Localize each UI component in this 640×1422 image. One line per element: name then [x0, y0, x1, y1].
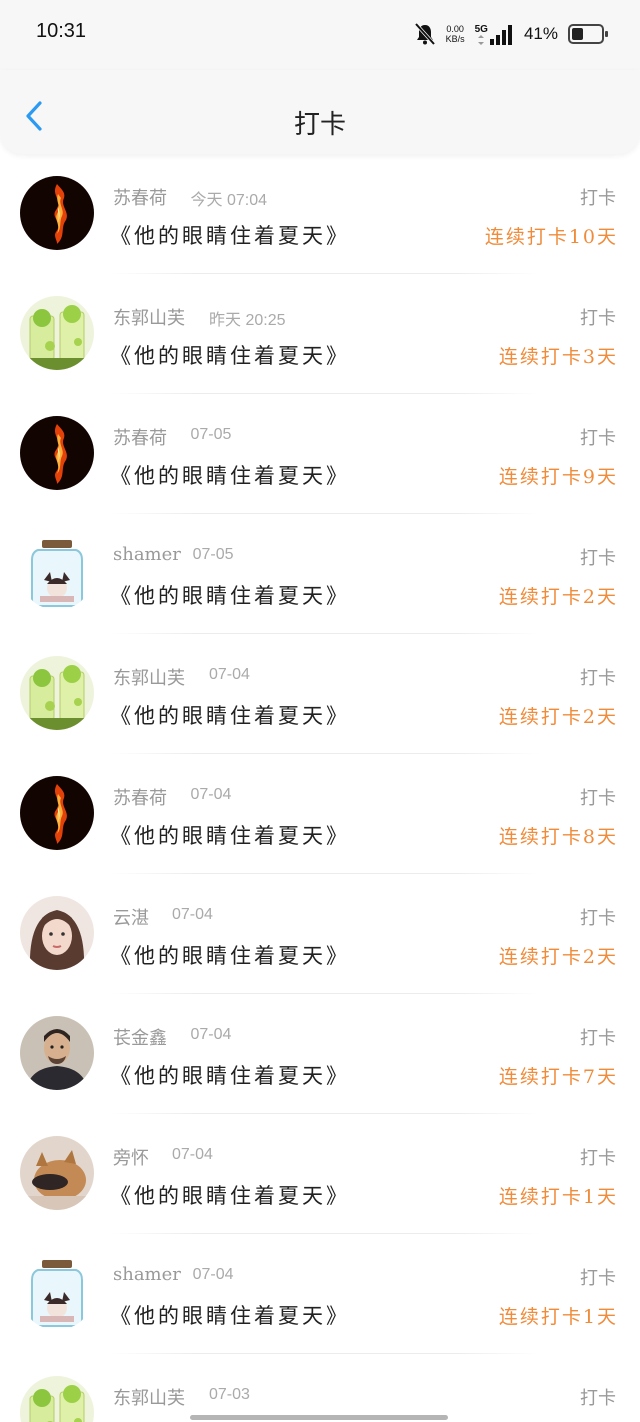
lime-drink-avatar[interactable] — [20, 1376, 94, 1422]
checkin-row[interactable]: shamer 07-05 《他的眼睛住着夏天》 打卡连续打卡2天 — [0, 514, 640, 634]
checkin-time: 昨天 20:25 — [209, 312, 286, 329]
user-name[interactable]: 东郭山芙 — [113, 304, 185, 330]
checkin-label: 打卡 — [580, 1148, 616, 1169]
checkin-row[interactable]: 苏春荷 07-04 《他的眼睛住着夏天》 打卡连续打卡8天 — [0, 754, 640, 874]
net-speed-unit: KB/s — [445, 34, 465, 44]
checkin-label: 打卡 — [580, 188, 616, 209]
user-name[interactable]: shamer — [113, 1264, 181, 1285]
checkin-label: 打卡 — [580, 1268, 616, 1289]
checkin-time: 07-05 — [190, 426, 232, 443]
home-indicator[interactable] — [190, 1415, 448, 1420]
jar-avatar[interactable] — [20, 536, 94, 610]
fire-avatar[interactable] — [20, 176, 94, 250]
user-name[interactable]: 苏春荷 — [113, 424, 167, 450]
checkin-time: 07-05 — [192, 546, 234, 563]
lime-drink-avatar[interactable] — [20, 656, 94, 730]
checkin-list: 苏春荷 今天 07:04 《他的眼睛住着夏天》 打卡 连续打卡10天 东郭山芙 昨天 20:… — [0, 154, 640, 1422]
status-time: 10:31 — [36, 20, 87, 42]
user-name[interactable]: shamer — [113, 544, 181, 565]
status-bar: 10:31 0.00 KB/s 5G 41% — [0, 0, 640, 70]
signal-group: 5G — [475, 24, 514, 45]
checkin-row[interactable]: 东郭山芙 07-04 《他的眼睛住着夏天》 打卡连续打卡2天 — [0, 634, 640, 754]
book-title[interactable]: 《他的眼睛住着夏天》 — [110, 580, 350, 610]
book-title[interactable]: 《他的眼睛住着夏天》 — [110, 1180, 350, 1210]
streak-label: 连续打卡1天 — [498, 1186, 618, 1208]
checkin-time: 07-04 — [190, 786, 232, 803]
man-avatar[interactable] — [20, 1016, 94, 1090]
checkin-time: 07-04 — [190, 1026, 232, 1043]
page-title: 打卡 — [293, 110, 346, 140]
checkin-time: 07-04 — [192, 1266, 234, 1283]
user-name[interactable]: 苌金鑫 — [113, 1024, 167, 1050]
checkin-row[interactable]: 苏春荷 今天 07:04 《他的眼睛住着夏天》 打卡连续打卡10天 — [0, 154, 640, 274]
streak-label: 连续打卡1天 — [498, 1306, 618, 1328]
book-title[interactable]: 《他的眼睛住着夏天》 — [110, 340, 350, 370]
checkin-label: 打卡 — [580, 908, 616, 929]
checkin-row[interactable]: 苌金鑫 07-04 《他的眼睛住着夏天》 打卡连续打卡7天 — [0, 994, 640, 1114]
streak-label: 连续打卡9天 — [498, 466, 618, 488]
net-speed: 0.00 KB/s — [446, 24, 465, 44]
fire-avatar[interactable] — [20, 776, 94, 850]
nav-bar: 打卡 — [0, 70, 640, 154]
user-name[interactable]: 东郭山芙 — [113, 664, 185, 690]
jar-avatar[interactable] — [20, 1256, 94, 1330]
streak-label: 连续打卡8天 — [498, 826, 618, 848]
user-name[interactable]: 东郭山芙 — [113, 1384, 185, 1410]
fire-avatar[interactable] — [20, 416, 94, 490]
cat-avatar[interactable] — [20, 1136, 94, 1210]
book-title[interactable]: 《他的眼睛住着夏天》 — [110, 220, 350, 250]
net-speed-value: 0.00 — [446, 24, 464, 34]
checkin-time: 07-04 — [172, 906, 213, 923]
mute-bell-icon — [414, 22, 435, 46]
user-name[interactable]: 旁怀 — [113, 1144, 149, 1170]
streak-label: 连续打卡2天 — [498, 946, 618, 968]
data-arrows-icon — [478, 34, 485, 45]
girl-avatar[interactable] — [20, 896, 94, 970]
streak-label: 连续打卡2天 — [498, 706, 618, 728]
signal-bars-icon — [489, 24, 512, 45]
book-title[interactable]: 《他的眼睛住着夏天》 — [110, 1060, 350, 1090]
checkin-label: 打卡 — [580, 788, 616, 809]
status-icons: 0.00 KB/s 5G 41% — [414, 20, 608, 48]
checkin-label: 打卡 — [580, 1388, 616, 1409]
battery-percent: 41% — [523, 24, 558, 43]
streak-label: 连续打卡3天 — [498, 346, 618, 368]
book-title[interactable]: 《他的眼睛住着夏天》 — [110, 700, 350, 730]
lime-drink-avatar[interactable] — [20, 296, 94, 370]
checkin-label: 打卡 — [580, 668, 616, 689]
user-name[interactable]: 苏春荷 — [113, 784, 167, 810]
book-title[interactable]: 《他的眼睛住着夏天》 — [110, 460, 350, 490]
checkin-row[interactable]: 苏春荷 07-05 《他的眼睛住着夏天》 打卡连续打卡9天 — [0, 394, 640, 514]
streak-label: 连续打卡2天 — [498, 586, 618, 608]
user-name[interactable]: 苏春荷 — [113, 184, 167, 210]
checkin-row[interactable]: shamer 07-04 《他的眼睛住着夏天》 打卡连续打卡1天 — [0, 1234, 640, 1354]
checkin-row[interactable]: 东郭山芙 07-03 打卡 — [0, 1354, 640, 1422]
streak-label: 连续打卡7天 — [498, 1066, 618, 1088]
checkin-label: 打卡 — [580, 548, 616, 569]
checkin-time: 07-04 — [172, 1146, 213, 1163]
checkin-label: 打卡 — [580, 1028, 616, 1049]
checkin-row[interactable]: 旁怀 07-04 《他的眼睛住着夏天》 打卡连续打卡1天 — [0, 1114, 640, 1234]
battery-fill — [572, 28, 584, 40]
network-type: 5G — [474, 23, 488, 35]
checkin-time: 07-03 — [209, 1386, 250, 1403]
book-title[interactable]: 《他的眼睛住着夏天》 — [110, 820, 350, 850]
checkin-time: 07-04 — [209, 666, 250, 683]
checkin-time: 今天 07:04 — [190, 192, 268, 209]
user-name[interactable]: 云湛 — [113, 904, 149, 930]
checkin-row[interactable]: 云湛 07-04 《他的眼睛住着夏天》 打卡连续打卡2天 — [0, 874, 640, 994]
checkin-row[interactable]: 东郭山芙 昨天 20:25 《他的眼睛住着夏天》 打卡连续打卡3天 — [0, 274, 640, 394]
book-title[interactable]: 《他的眼睛住着夏天》 — [110, 940, 350, 970]
battery-icon — [568, 24, 608, 44]
checkin-label: 打卡 — [580, 428, 616, 449]
checkin-label: 打卡 — [580, 308, 616, 329]
streak-label: 连续打卡10天 — [484, 226, 618, 248]
book-title[interactable]: 《他的眼睛住着夏天》 — [110, 1300, 350, 1330]
